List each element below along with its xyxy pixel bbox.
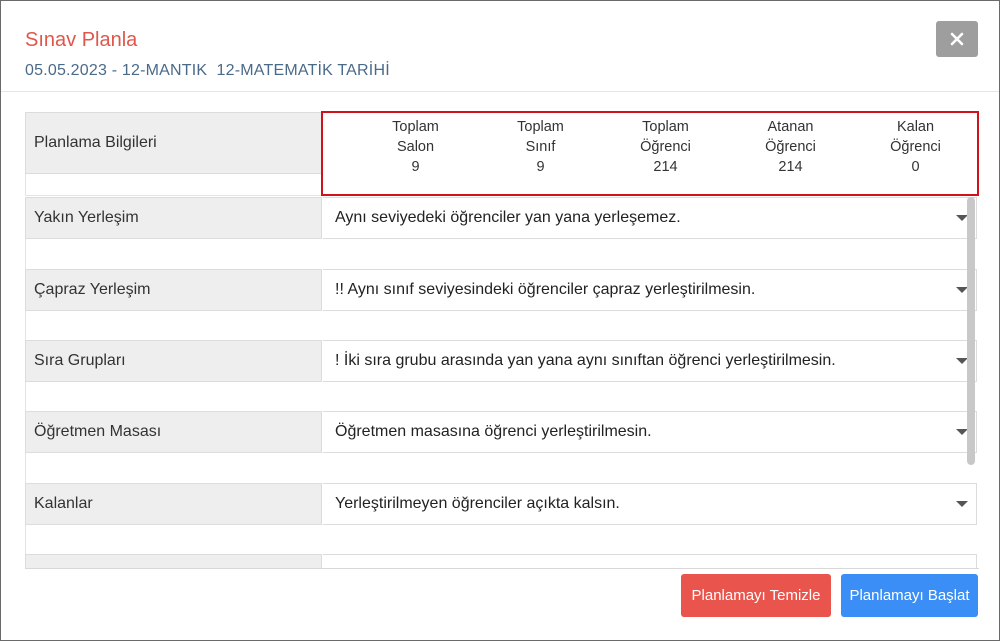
- stat-label: Toplam: [642, 119, 689, 135]
- stat-value: 9: [411, 159, 420, 175]
- row-gap: [25, 239, 322, 269]
- desk-groups-value: ! İki sıra grubu arasında yan yana aynı …: [335, 352, 836, 369]
- planning-stats-box: Toplam Salon 9 Toplam Sınıf 9 Toplam Öğr…: [321, 111, 979, 196]
- stat-total-students: Toplam Öğrenci 214: [603, 117, 728, 177]
- form-scrollbar[interactable]: [967, 197, 975, 465]
- row-gap: [25, 311, 322, 340]
- near-placement-select[interactable]: Aynı seviyedeki öğrenciler yan yana yerl…: [323, 197, 977, 239]
- stat-value: 0: [911, 159, 920, 175]
- stat-total-rooms: Toplam Salon 9: [353, 117, 478, 177]
- stat-label: Salon: [396, 139, 435, 155]
- stat-label: Toplam: [517, 119, 564, 135]
- stat-value: 214: [653, 159, 678, 175]
- stat-total-classes: Toplam Sınıf 9: [478, 117, 603, 177]
- stat-label: Kalan: [896, 119, 935, 135]
- row-label-next: [25, 554, 322, 568]
- row-label-cross-placement: Çapraz Yerleşim: [25, 269, 322, 311]
- close-icon: [950, 32, 964, 46]
- plan-exam-modal: Sınav Planla 05.05.2023 - 12-MANTIK 12-M…: [0, 0, 1000, 641]
- stat-label: Öğrenci: [890, 139, 941, 155]
- remaining-select[interactable]: Yerleştirilmeyen öğrenciler açıkta kalsı…: [323, 483, 977, 525]
- close-button[interactable]: [936, 21, 978, 57]
- next-select[interactable]: [323, 554, 977, 568]
- stat-label: Sınıf: [525, 139, 556, 155]
- planning-info-spacer: [25, 174, 322, 196]
- modal-subtitle: 05.05.2023 - 12-MANTIK 12-MATEMATİK TARİ…: [25, 62, 390, 79]
- stat-value: 9: [536, 159, 545, 175]
- modal-header: Sınav Planla 05.05.2023 - 12-MANTIK 12-M…: [1, 1, 999, 92]
- stat-remaining-students: Kalan Öğrenci 0: [853, 117, 978, 177]
- cross-placement-value: !! Aynı sınıf seviyesindeki öğrenciler ç…: [335, 281, 756, 298]
- row-gap: [25, 453, 322, 483]
- start-planning-button[interactable]: Planlamayı Başlat: [841, 574, 978, 617]
- stat-label: Toplam: [392, 119, 439, 135]
- desk-groups-select[interactable]: ! İki sıra grubu arasında yan yana aynı …: [323, 340, 977, 382]
- row-label-near-placement: Yakın Yerleşim: [25, 197, 322, 239]
- row-label-desk-groups: Sıra Grupları: [25, 340, 322, 382]
- modal-title: Sınav Planla: [25, 29, 138, 51]
- near-placement-value: Aynı seviyedeki öğrenciler yan yana yerl…: [335, 209, 681, 226]
- stat-label: Öğrenci: [640, 139, 691, 155]
- planning-info-label: Planlama Bilgileri: [25, 112, 322, 174]
- stat-value: 214: [778, 159, 803, 175]
- clear-planning-button[interactable]: Planlamayı Temizle: [681, 574, 831, 617]
- cross-placement-select[interactable]: !! Aynı sınıf seviyesindeki öğrenciler ç…: [323, 269, 977, 311]
- teacher-desk-select[interactable]: Öğretmen masasına öğrenci yerleştirilmes…: [323, 411, 977, 453]
- stat-label: Atanan: [767, 119, 814, 135]
- stat-assigned-students: Atanan Öğrenci 214: [728, 117, 853, 177]
- row-gap: [25, 382, 322, 411]
- row-gap: [25, 525, 322, 554]
- row-label-teacher-desk: Öğretmen Masası: [25, 411, 322, 453]
- caret-down-icon: [956, 501, 968, 507]
- row-label-remaining: Kalanlar: [25, 483, 322, 525]
- stat-label: Öğrenci: [765, 139, 816, 155]
- remaining-value: Yerleştirilmeyen öğrenciler açıkta kalsı…: [335, 495, 620, 512]
- teacher-desk-value: Öğretmen masasına öğrenci yerleştirilmes…: [335, 423, 652, 440]
